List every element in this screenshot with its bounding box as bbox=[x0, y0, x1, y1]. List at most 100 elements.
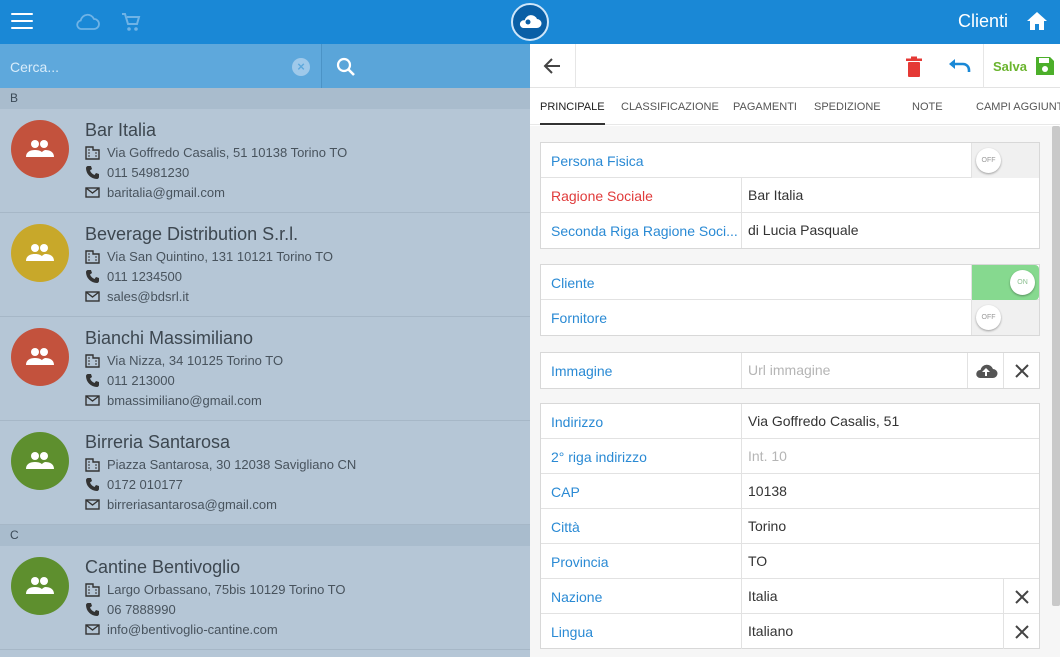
back-arrow-icon[interactable] bbox=[542, 56, 562, 76]
close-icon bbox=[1014, 624, 1029, 639]
phone-icon bbox=[86, 166, 99, 179]
toolbar-divider bbox=[983, 44, 984, 88]
lingua-label: Lingua bbox=[551, 624, 594, 640]
group-icon bbox=[26, 348, 54, 365]
tab-campi-aggiuntivi[interactable]: CAMPI AGGIUNT bbox=[976, 89, 1060, 125]
cliente-label: Cliente bbox=[551, 275, 595, 291]
app-header: Clienti bbox=[0, 0, 1060, 44]
clear-search-icon[interactable]: × bbox=[292, 58, 310, 76]
save-button[interactable]: Salva bbox=[993, 56, 1055, 76]
tab-pagamenti[interactable]: PAGAMENTI bbox=[733, 89, 797, 125]
clear-lingua-button[interactable] bbox=[1003, 614, 1039, 649]
detail-pane: Salva PRINCIPALE CLASSIFICAZIONE PAGAMEN… bbox=[530, 44, 1060, 657]
provincia-row: Provincia TO bbox=[541, 544, 1039, 579]
cliente-toggle[interactable]: ON bbox=[971, 265, 1039, 300]
toggle-knob: ON bbox=[1010, 270, 1035, 295]
provincia-field[interactable]: TO bbox=[741, 544, 1039, 579]
cliente-row: Cliente ON bbox=[541, 265, 1039, 300]
home-icon[interactable] bbox=[1026, 10, 1048, 32]
phone-text: 011 54981230 bbox=[107, 165, 190, 180]
clear-nazione-button[interactable] bbox=[1003, 579, 1039, 614]
page-title: Clienti bbox=[957, 11, 1008, 31]
building-icon bbox=[85, 146, 100, 160]
contact-name: Beverage Distribution S.r.l. bbox=[85, 224, 299, 244]
immagine-label: Immagine bbox=[551, 363, 613, 379]
floppy-disk-icon bbox=[1035, 57, 1054, 75]
contact-address: Piazza Santarosa, 30 12038 Savigliano CN bbox=[85, 457, 356, 472]
avatar bbox=[11, 557, 69, 615]
close-icon bbox=[1014, 589, 1029, 604]
indirizzo-card: Indirizzo Via Goffredo Casalis, 51 2° ri… bbox=[540, 403, 1040, 649]
seconda-riga-field[interactable]: di Lucia Pasquale bbox=[741, 213, 1039, 248]
email-text: info@bentivoglio-cantine.com bbox=[107, 622, 278, 637]
search-icon[interactable] bbox=[335, 56, 357, 78]
cloud-icon[interactable] bbox=[74, 11, 100, 33]
contact-address: Via Nizza, 34 10125 Torino TO bbox=[85, 353, 283, 368]
undo-icon[interactable] bbox=[948, 57, 972, 75]
list-item[interactable]: Bar Italia Via Goffredo Casalis, 51 1013… bbox=[0, 109, 530, 213]
contact-name: Cantine Bentivoglio bbox=[85, 557, 241, 577]
seconda-riga-label: Seconda Riga Ragione Soci... bbox=[551, 223, 738, 239]
building-icon bbox=[85, 458, 100, 472]
form-area: Persona Fisica OFF Ragione Sociale Bar I… bbox=[530, 126, 1060, 657]
ragione-sociale-row: Ragione Sociale Bar Italia bbox=[541, 178, 1039, 213]
ragione-sociale-field[interactable]: Bar Italia bbox=[741, 178, 1039, 213]
toggle-knob: OFF bbox=[976, 305, 1001, 330]
citta-field[interactable]: Torino bbox=[741, 509, 1039, 544]
tab-spedizione[interactable]: SPEDIZIONE bbox=[814, 89, 881, 125]
cap-label: CAP bbox=[551, 484, 580, 500]
contact-name: Bar Italia bbox=[85, 120, 157, 140]
group-icon bbox=[26, 244, 54, 261]
contact-name: Birreria Santarosa bbox=[85, 432, 231, 452]
tab-note[interactable]: NOTE bbox=[912, 89, 943, 125]
fornitore-toggle[interactable]: OFF bbox=[971, 300, 1039, 335]
search-input[interactable]: Cerca... bbox=[0, 44, 322, 88]
delete-icon[interactable] bbox=[904, 56, 924, 78]
phone-icon bbox=[86, 374, 99, 387]
seconda-riga-row: Seconda Riga Ragione Soci... di Lucia Pa… bbox=[541, 213, 1039, 248]
list-item[interactable]: Bianchi Massimiliano Via Nizza, 34 10125… bbox=[0, 317, 530, 421]
list-item[interactable]: Birreria Santarosa Piazza Santarosa, 30 … bbox=[0, 421, 530, 525]
scrollbar[interactable] bbox=[1052, 126, 1060, 606]
toolbar-divider bbox=[575, 44, 576, 88]
email-text: baritalia@gmail.com bbox=[107, 185, 225, 200]
nazione-field[interactable]: Italia bbox=[741, 579, 1003, 614]
search-bar: Cerca... × bbox=[0, 44, 530, 88]
contact-list-pane: Cerca... × B Bar Italia Via Goffredo Cas… bbox=[0, 44, 530, 657]
immagine-url-field[interactable]: Url immagine bbox=[741, 353, 967, 388]
phone-text: 011 213000 bbox=[107, 373, 175, 388]
contact-phone: 06 7888990 bbox=[85, 602, 176, 617]
riga2-field[interactable]: Int. 10 bbox=[741, 439, 1039, 474]
upload-button[interactable] bbox=[967, 353, 1003, 388]
cart-icon[interactable] bbox=[120, 11, 142, 33]
avatar bbox=[11, 224, 69, 282]
toggle-knob: OFF bbox=[976, 148, 1001, 173]
list-item[interactable]: Cantine Bentivoglio Largo Orbassano, 75b… bbox=[0, 546, 530, 650]
building-icon bbox=[85, 354, 100, 368]
search-placeholder: Cerca... bbox=[10, 59, 60, 75]
avatar bbox=[11, 432, 69, 490]
lingua-field[interactable]: Italiano bbox=[741, 614, 1003, 649]
persona-fisica-toggle[interactable]: OFF bbox=[971, 143, 1039, 178]
clear-image-button[interactable] bbox=[1003, 353, 1039, 388]
contact-phone: 0172 010177 bbox=[85, 477, 183, 492]
riga2-label: 2° riga indirizzo bbox=[551, 449, 647, 465]
group-icon bbox=[26, 577, 54, 594]
indirizzo-field[interactable]: Via Goffredo Casalis, 51 bbox=[741, 404, 1039, 439]
tab-principale[interactable]: PRINCIPALE bbox=[540, 89, 605, 125]
avatar bbox=[11, 328, 69, 386]
nazione-label: Nazione bbox=[551, 589, 603, 605]
address-text: Via Goffredo Casalis, 51 10138 Torino TO bbox=[107, 145, 348, 160]
mail-icon bbox=[85, 187, 100, 198]
tab-classificazione[interactable]: CLASSIFICAZIONE bbox=[621, 89, 719, 125]
persona-fisica-label: Persona Fisica bbox=[551, 153, 644, 169]
list-item[interactable]: Beverage Distribution S.r.l. Via San Qui… bbox=[0, 213, 530, 317]
email-text: sales@bdsrl.it bbox=[107, 289, 189, 304]
persona-fisica-row: Persona Fisica OFF bbox=[541, 143, 1039, 178]
contact-name: Bianchi Massimiliano bbox=[85, 328, 254, 348]
contact-phone: 011 1234500 bbox=[85, 269, 182, 284]
menu-icon[interactable] bbox=[11, 13, 33, 31]
contact-phone: 011 213000 bbox=[85, 373, 175, 388]
cap-field[interactable]: 10138 bbox=[741, 474, 1039, 509]
nazione-row: Nazione Italia bbox=[541, 579, 1039, 614]
